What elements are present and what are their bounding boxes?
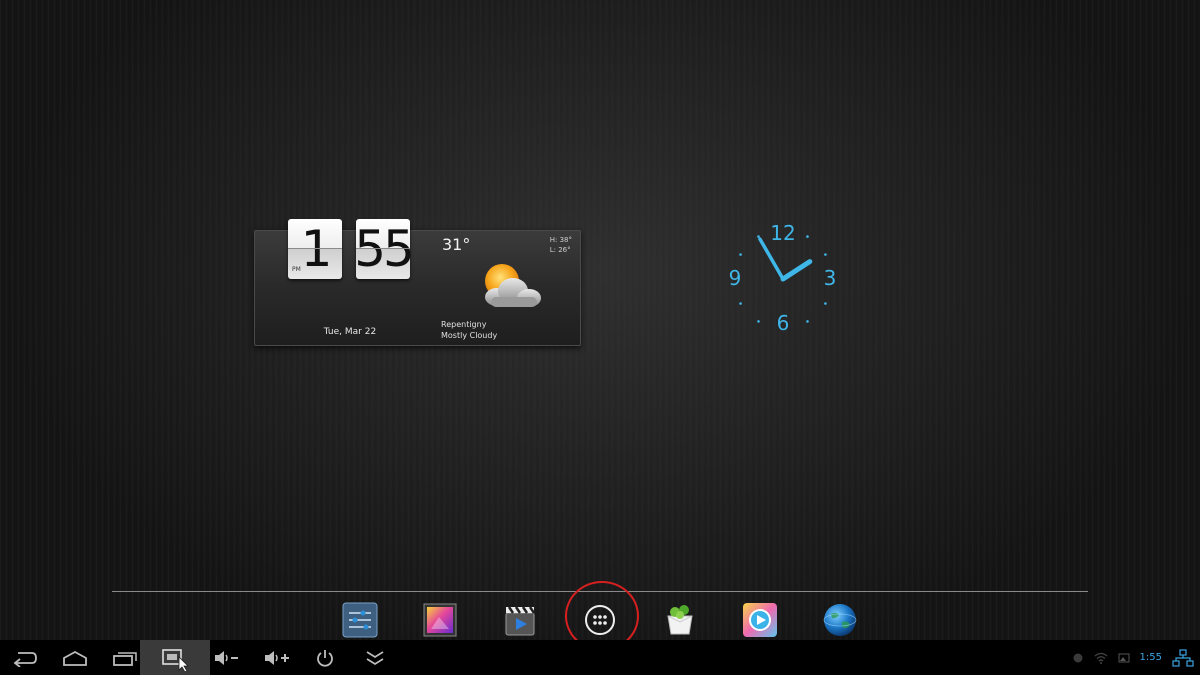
expand-icon bbox=[366, 650, 384, 665]
minute-hand bbox=[758, 237, 785, 281]
back-button[interactable] bbox=[3, 640, 47, 675]
clock-tick-dot bbox=[824, 302, 827, 305]
current-temperature: 31° bbox=[442, 235, 471, 254]
clock-numeral-3: 3 bbox=[824, 266, 837, 290]
market-icon bbox=[667, 605, 693, 635]
ampm-label: PM bbox=[292, 266, 301, 273]
clock-tick-dot bbox=[739, 302, 742, 305]
browser-app-icon[interactable] bbox=[821, 601, 859, 639]
image-notification-icon bbox=[1118, 653, 1130, 662]
power-button[interactable] bbox=[303, 640, 347, 675]
hour-hand bbox=[780, 259, 813, 282]
clock-weather-widget[interactable]: 1 PM 55 Tue, Mar 22 31° H: 38° L: 26° Re… bbox=[254, 219, 581, 346]
weather-location: Repentigny bbox=[441, 320, 487, 329]
gallery-icon bbox=[423, 603, 457, 637]
clock-tick-dot bbox=[806, 235, 809, 238]
clock-tick-dot bbox=[806, 320, 809, 323]
ethernet-icon bbox=[1172, 648, 1194, 667]
expand-button[interactable] bbox=[353, 640, 397, 675]
video-app-icon[interactable] bbox=[501, 601, 539, 639]
high-temperature: H: 38° bbox=[549, 236, 572, 244]
market-app-icon[interactable] bbox=[661, 601, 699, 639]
volume-down-icon bbox=[215, 650, 238, 665]
settings-icon bbox=[342, 602, 378, 638]
settings-app-icon[interactable] bbox=[341, 601, 379, 639]
temperature-range: H: 38° L: 26° bbox=[550, 235, 572, 255]
clock-tick-dot bbox=[757, 235, 760, 238]
volume-up-icon bbox=[265, 650, 289, 665]
partly-cloudy-icon bbox=[485, 264, 541, 307]
home-icon bbox=[63, 650, 87, 666]
video-player-icon bbox=[505, 606, 536, 636]
system-navigation-bar: 1:55 bbox=[0, 640, 1200, 675]
date-label: Tue, Mar 22 bbox=[323, 327, 377, 337]
clock-numeral-9: 9 bbox=[729, 266, 742, 290]
screenshot-button[interactable] bbox=[140, 640, 210, 675]
clock-numeral-6: 6 bbox=[777, 311, 790, 335]
analog-clock-widget[interactable]: 12 3 6 9 bbox=[722, 218, 844, 340]
clock-numeral-12: 12 bbox=[770, 221, 795, 245]
home-screen: 1 PM 55 Tue, Mar 22 31° H: 38° L: 26° Re… bbox=[0, 0, 1200, 651]
status-time: 1:55 bbox=[1139, 652, 1162, 663]
hour-flip-card: 1 PM bbox=[288, 219, 342, 279]
clock-tick-dot bbox=[739, 253, 742, 256]
media-player-app-icon[interactable] bbox=[741, 601, 779, 639]
minute-flip-card: 55 bbox=[354, 219, 415, 279]
status-area[interactable]: 1:55 bbox=[1072, 640, 1194, 675]
media-player-icon bbox=[743, 603, 777, 637]
volume-up-button[interactable] bbox=[255, 640, 299, 675]
low-temperature: L: 26° bbox=[549, 246, 571, 254]
back-icon bbox=[13, 651, 37, 667]
weather-condition: Mostly Cloudy bbox=[441, 331, 498, 340]
browser-icon bbox=[823, 604, 857, 636]
clock-tick-dot bbox=[824, 253, 827, 256]
screenshot-icon bbox=[162, 648, 189, 671]
minute-text: 55 bbox=[354, 220, 415, 278]
recent-apps-icon bbox=[113, 651, 137, 666]
power-icon bbox=[317, 649, 333, 667]
gallery-app-icon[interactable] bbox=[421, 601, 459, 639]
hour-text: 1 bbox=[300, 220, 333, 278]
home-button[interactable] bbox=[53, 640, 97, 675]
clock-tick-dot bbox=[757, 320, 760, 323]
wifi-icon bbox=[1094, 652, 1107, 664]
volume-down-button[interactable] bbox=[205, 640, 249, 675]
notification-dot-icon bbox=[1073, 653, 1083, 662]
